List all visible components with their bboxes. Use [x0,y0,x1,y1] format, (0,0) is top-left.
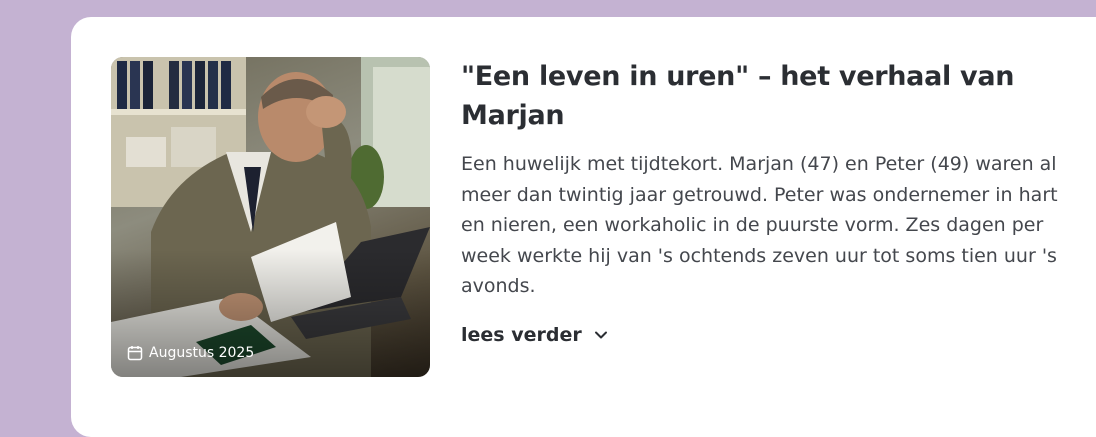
article-excerpt: Een huwelijk met tijdtekort. Marjan (47)… [461,153,1058,297]
article-image[interactable]: Augustus 2025 [111,57,430,377]
read-more-button[interactable]: lees verder [461,324,608,346]
article-title[interactable]: "Een leven in uren" – het verhaal van Ma… [461,57,1061,135]
article-content: "Een leven in uren" – het verhaal van Ma… [461,57,1061,346]
date-badge: Augustus 2025 [127,345,254,361]
article-card: Augustus 2025 "Een leven in uren" – het … [71,17,1096,437]
photo-illustration [111,57,430,377]
calendar-icon [127,346,143,361]
chevron-down-icon [594,331,607,338]
article-date: Augustus 2025 [149,345,255,361]
read-more-label: lees verder [461,323,582,346]
